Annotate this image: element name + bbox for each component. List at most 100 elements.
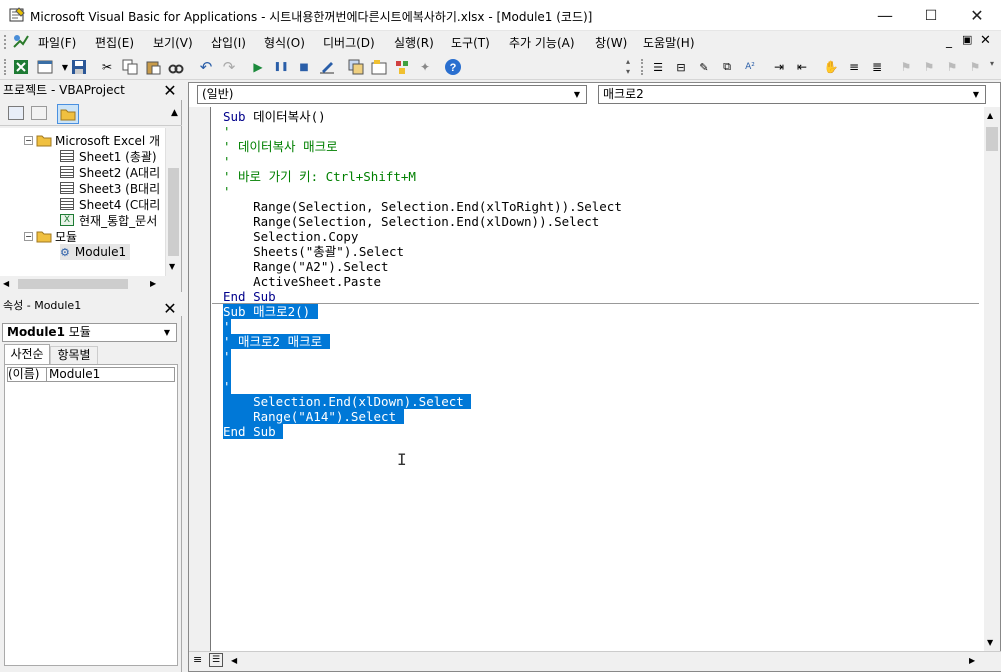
scrollbar-thumb[interactable] bbox=[168, 168, 179, 256]
menu-addins[interactable]: 추가 기능(A) bbox=[509, 34, 575, 51]
properties-window-icon[interactable] bbox=[370, 58, 388, 76]
uncomment-block-icon[interactable]: ≣ bbox=[868, 58, 886, 76]
view-code-icon[interactable] bbox=[8, 106, 24, 120]
menubar-grip[interactable] bbox=[4, 35, 7, 49]
child-close-button[interactable]: ✕ bbox=[980, 33, 991, 48]
toolbar-overflow-icon[interactable]: ▴ ▾ bbox=[626, 57, 634, 77]
menu-help[interactable]: 도움말(H) bbox=[643, 34, 695, 51]
insert-userform-icon[interactable] bbox=[36, 58, 54, 76]
view-object-icon[interactable] bbox=[31, 106, 47, 120]
help-icon[interactable]: ? bbox=[444, 58, 462, 76]
cut-icon[interactable]: ✂ bbox=[98, 58, 116, 76]
scroll-right-icon[interactable]: ▶ bbox=[969, 656, 975, 665]
menu-run[interactable]: 실행(R) bbox=[394, 34, 434, 51]
collapse-icon[interactable]: − bbox=[24, 231, 33, 241]
save-icon[interactable] bbox=[70, 58, 88, 76]
chevron-down-icon[interactable]: ▼ bbox=[570, 86, 584, 103]
quick-info-icon[interactable]: ✎ bbox=[695, 58, 713, 76]
child-restore-button[interactable]: ▣ bbox=[962, 33, 972, 46]
toolbox-icon[interactable]: ✦ bbox=[416, 58, 434, 76]
tree-sheet1[interactable]: Sheet1 (총괄) bbox=[60, 148, 157, 164]
scroll-up-icon[interactable]: ▲ bbox=[987, 111, 993, 120]
procedure-view-icon[interactable]: ≡ bbox=[193, 653, 202, 666]
project-scroll-up-icon[interactable]: ▲ bbox=[171, 108, 178, 118]
code-line[interactable]: Range(Selection, Selection.End(xlDown)).… bbox=[223, 214, 599, 229]
code-line[interactable]: Range(Selection, Selection.End(xlToRight… bbox=[223, 199, 622, 214]
tree-thisworkbook[interactable]: X 현재_통합_문서 bbox=[60, 212, 157, 228]
paste-icon[interactable] bbox=[144, 58, 162, 76]
undo-icon[interactable]: ↶ bbox=[197, 58, 215, 76]
tree-modules-folder[interactable]: − 모듈 bbox=[24, 228, 77, 244]
comment-block-icon[interactable]: ≡ bbox=[845, 58, 863, 76]
code-line[interactable]: ' bbox=[223, 184, 231, 199]
project-horizontal-scrollbar[interactable]: ◀ ▶ bbox=[0, 276, 165, 292]
code-line[interactable]: End Sub bbox=[223, 424, 284, 439]
tree-sheet2[interactable]: Sheet2 (A대리 bbox=[60, 164, 160, 180]
scroll-right-icon[interactable]: ▶ bbox=[150, 279, 156, 288]
code-line[interactable]: Range("A14").Select bbox=[223, 409, 404, 424]
code-line[interactable]: ' 바로 가기 키: Ctrl+Shift+M bbox=[223, 169, 416, 184]
find-icon[interactable] bbox=[167, 58, 185, 76]
parameter-info-icon[interactable]: ⧉ bbox=[718, 58, 736, 76]
menu-tools[interactable]: 도구(T) bbox=[451, 34, 490, 51]
scroll-down-icon[interactable]: ▼ bbox=[169, 262, 175, 271]
scrollbar-thumb[interactable] bbox=[18, 279, 128, 289]
code-line[interactable]: ActiveSheet.Paste bbox=[223, 274, 381, 289]
scroll-left-icon[interactable]: ◀ bbox=[231, 656, 237, 665]
close-button[interactable]: ✕ bbox=[954, 0, 1000, 31]
code-line[interactable]: Range("A2").Select bbox=[223, 259, 388, 274]
redo-icon[interactable]: ↷ bbox=[220, 58, 238, 76]
project-vertical-scrollbar[interactable]: ▼ bbox=[165, 128, 181, 276]
list-constants-icon[interactable]: ⊟ bbox=[672, 58, 690, 76]
edit-toolbar-grip[interactable] bbox=[641, 59, 644, 75]
outdent-icon[interactable]: ⇤ bbox=[793, 58, 811, 76]
minimize-button[interactable]: — bbox=[862, 0, 908, 31]
menu-debug[interactable]: 디버그(D) bbox=[323, 34, 375, 51]
complete-word-icon[interactable]: A² bbox=[741, 58, 759, 76]
margin-indicator-bar[interactable] bbox=[189, 107, 211, 651]
menu-window[interactable]: 창(W) bbox=[595, 34, 627, 51]
menu-format[interactable]: 형식(O) bbox=[264, 34, 305, 51]
design-mode-icon[interactable] bbox=[318, 58, 336, 76]
code-line[interactable]: Sub 데이터복사() bbox=[223, 109, 326, 124]
stop-icon[interactable]: ■ bbox=[295, 58, 313, 76]
menu-view[interactable]: 보기(V) bbox=[153, 34, 193, 51]
properties-object-select[interactable]: Module1 모듈 ▼ bbox=[2, 323, 177, 342]
tree-module1[interactable]: ⚙ Module1 bbox=[60, 244, 131, 260]
project-explorer-icon[interactable] bbox=[347, 58, 365, 76]
toggle-folders-icon[interactable] bbox=[57, 104, 79, 124]
code-line[interactable]: ' 데이터복사 매크로 bbox=[223, 139, 338, 154]
tree-excel-objects-folder[interactable]: − Microsoft Excel 개 bbox=[24, 132, 160, 148]
chevron-down-icon[interactable]: ▼ bbox=[160, 324, 174, 341]
pause-icon[interactable]: ❚❚ bbox=[272, 58, 290, 76]
chevron-down-icon[interactable]: ▼ bbox=[969, 86, 983, 103]
close-properties-icon[interactable]: ✕ bbox=[161, 299, 179, 318]
tree-sheet4[interactable]: Sheet4 (C대리 bbox=[60, 196, 160, 212]
collapse-icon[interactable]: − bbox=[24, 135, 33, 145]
code-line[interactable]: ' bbox=[223, 319, 231, 334]
menu-insert[interactable]: 삽입(I) bbox=[211, 34, 246, 51]
scrollbar-thumb[interactable] bbox=[986, 127, 998, 151]
property-value[interactable]: Module1 bbox=[47, 367, 175, 382]
toggle-breakpoint-icon[interactable]: ✋ bbox=[822, 58, 840, 76]
code-line[interactable] bbox=[223, 364, 231, 379]
object-browser-icon[interactable] bbox=[393, 58, 411, 76]
procedure-combo[interactable]: 매크로2 ▼ bbox=[598, 85, 986, 104]
property-name[interactable]: (이름) bbox=[7, 367, 47, 382]
code-line[interactable]: ' 매크로2 매크로 bbox=[223, 334, 330, 349]
copy-icon[interactable] bbox=[121, 58, 139, 76]
code-line[interactable]: ' bbox=[223, 154, 231, 169]
menu-file[interactable]: 파일(F) bbox=[38, 34, 76, 51]
tree-sheet3[interactable]: Sheet3 (B대리 bbox=[60, 180, 160, 196]
scroll-down-icon[interactable]: ▼ bbox=[987, 638, 993, 647]
excel-view-icon[interactable] bbox=[12, 33, 30, 51]
scroll-left-icon[interactable]: ◀ bbox=[3, 279, 9, 288]
close-project-explorer-icon[interactable]: ✕ bbox=[161, 81, 179, 100]
code-line[interactable]: Sheets("총괄").Select bbox=[223, 244, 404, 259]
full-module-view-icon[interactable]: ☰ bbox=[209, 653, 223, 667]
object-combo[interactable]: (일반) ▼ bbox=[197, 85, 587, 104]
code-line[interactable]: ' bbox=[223, 379, 231, 394]
indent-icon[interactable]: ⇥ bbox=[770, 58, 788, 76]
code-vertical-scrollbar[interactable]: ▲ ▼ bbox=[984, 107, 1000, 651]
code-line[interactable]: ' bbox=[223, 349, 231, 364]
